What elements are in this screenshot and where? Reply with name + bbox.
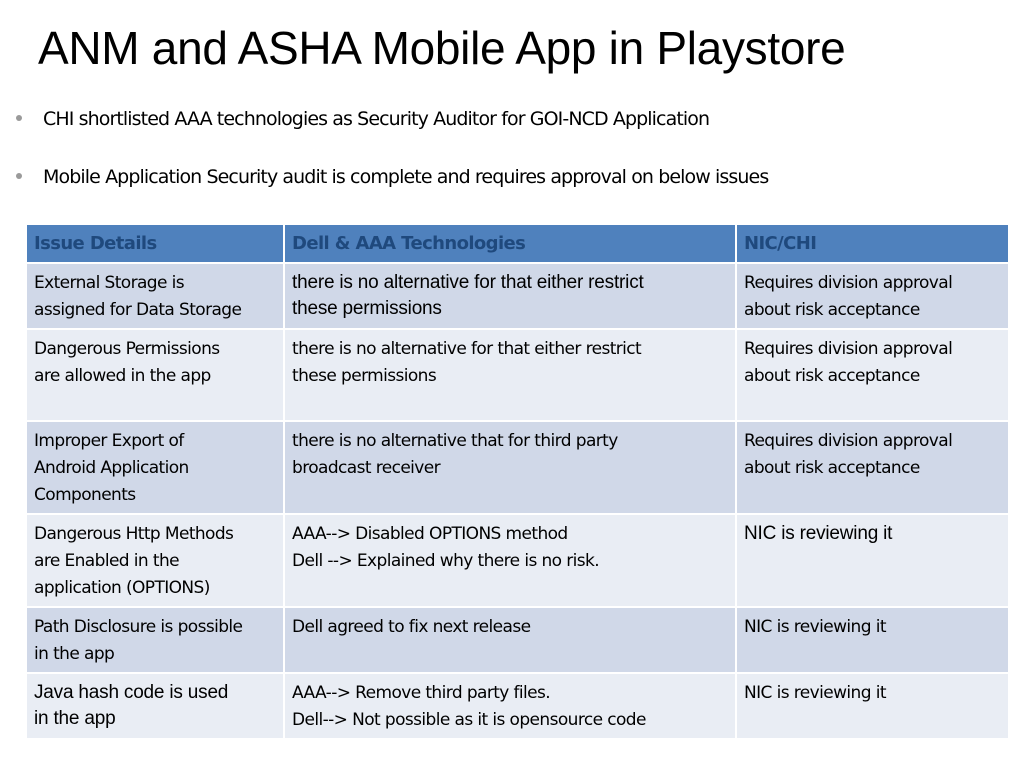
cell-text-line: Dell agreed to fix next release <box>292 617 531 637</box>
cell-issue: Dangerous Http Methods are Enabled in the… <box>25 513 285 608</box>
cell-text-line: Requires division approval <box>744 273 953 293</box>
cell-issue: Java hash code is used in the app <box>25 672 285 740</box>
cell-text-line: application (OPTIONS) <box>34 578 210 598</box>
cell-issue: Path Disclosure is possible in the app <box>25 606 285 674</box>
table-header-row: Issue Details Dell & AAA Technologies NI… <box>25 223 1010 264</box>
cell-text-line: Requires division approval <box>744 339 953 359</box>
cell-issue: Improper Export of Android Application Com… <box>25 420 285 515</box>
cell-text-line: Dell--> Not possible as it is opensource… <box>292 710 646 730</box>
cell-text-line: NIC is reviewing it <box>744 523 893 544</box>
cell-vendor: there is no alternative for that either … <box>283 328 737 422</box>
cell-text-line: Components <box>34 485 136 505</box>
cell-text-line: in the app <box>34 644 115 664</box>
cell-vendor: AAA--> Remove third party files. Dell--> … <box>283 672 737 740</box>
cell-text-line: External Storage is <box>34 273 185 293</box>
bullet-item: Mobile Application Security audit is com… <box>16 158 769 196</box>
table-row: Java hash code is used in the app AAA--> R… <box>25 672 1010 740</box>
cell-text-line: are allowed in the app <box>34 366 211 386</box>
cell-nic: NIC is reviewing it <box>735 606 1010 674</box>
cell-text-line: about risk acceptance <box>744 300 920 320</box>
table-row: Dangerous Http Methods are Enabled in the… <box>25 513 1010 608</box>
header-nic-chi: NIC/CHI <box>735 223 1010 264</box>
header-issue-details: Issue Details <box>25 223 285 264</box>
cell-text-line: Dangerous Permissions <box>34 339 220 359</box>
cell-text-line: AAA--> Disabled OPTIONS method <box>292 524 568 544</box>
cell-text-line: assigned for Data Storage <box>34 300 242 320</box>
slide-title: ANM and ASHA Mobile App in Playstore <box>38 22 846 74</box>
cell-text-line: NIC is reviewing it <box>744 683 887 703</box>
cell-text-line: in the app <box>34 708 116 729</box>
cell-text-line: about risk acceptance <box>744 366 920 386</box>
bullet-item: CHI shortlisted AAA technologies as Secu… <box>16 100 768 138</box>
cell-vendor: there is no alternative that for third p… <box>283 420 737 515</box>
cell-text-line: Requires division approval <box>744 431 953 451</box>
cell-text-line: are Enabled in the <box>34 551 180 571</box>
cell-vendor: Dell agreed to fix next release <box>283 606 737 674</box>
cell-issue: Dangerous Permissions are allowed in the … <box>25 328 285 422</box>
cell-nic: Requires division approval about risk acc… <box>735 328 1010 422</box>
table-row: Improper Export of Android Application Com… <box>25 420 1010 515</box>
cell-text-line: there is no alternative for that either … <box>292 339 642 359</box>
cell-text-line: Path Disclosure is possible <box>34 617 243 637</box>
cell-nic: Requires division approval about risk acc… <box>735 420 1010 515</box>
table-row: Path Disclosure is possible in the app Del… <box>25 606 1010 674</box>
table-row: External Storage is assigned for Data Sto… <box>25 262 1010 330</box>
cell-text-line: these permissions <box>292 298 442 319</box>
table-row: Dangerous Permissions are allowed in the … <box>25 328 1010 422</box>
bullet-text: Mobile Application Security audit is com… <box>43 166 769 188</box>
cell-text-line: broadcast receiver <box>292 458 441 478</box>
cell-text-line: Android Application <box>34 458 189 478</box>
header-dell-aaa: Dell & AAA Technologies <box>283 223 737 264</box>
cell-text-line: these permissions <box>292 366 437 386</box>
cell-text-line: Dell --> Explained why there is no risk. <box>292 551 600 571</box>
bullet-dot-icon <box>16 173 22 179</box>
cell-text-line: Java hash code is used <box>34 682 229 703</box>
cell-text-line: Dangerous Http Methods <box>34 524 234 544</box>
bullet-text: CHI shortlisted AAA technologies as Secu… <box>43 108 710 130</box>
cell-nic: Requires division approval about risk acc… <box>735 262 1010 330</box>
issues-table: Issue Details Dell & AAA Technologies NI… <box>25 223 1010 740</box>
cell-nic: NIC is reviewing it <box>735 672 1010 740</box>
cell-text-line: AAA--> Remove third party files. <box>292 683 551 703</box>
cell-vendor: AAA--> Disabled OPTIONS method Dell --> E… <box>283 513 737 608</box>
cell-text-line: Improper Export of <box>34 431 184 451</box>
bullet-list: CHI shortlisted AAA technologies as Secu… <box>16 100 769 216</box>
cell-text-line: about risk acceptance <box>744 458 920 478</box>
cell-text-line: NIC is reviewing it <box>744 617 887 637</box>
cell-nic: NIC is reviewing it <box>735 513 1010 608</box>
cell-issue: External Storage is assigned for Data Sto… <box>25 262 285 330</box>
cell-vendor: there is no alternative for that either … <box>283 262 737 330</box>
cell-text-line: there is no alternative that for third p… <box>292 431 618 451</box>
bullet-dot-icon <box>16 115 22 121</box>
cell-text-line: there is no alternative for that either … <box>292 272 644 293</box>
